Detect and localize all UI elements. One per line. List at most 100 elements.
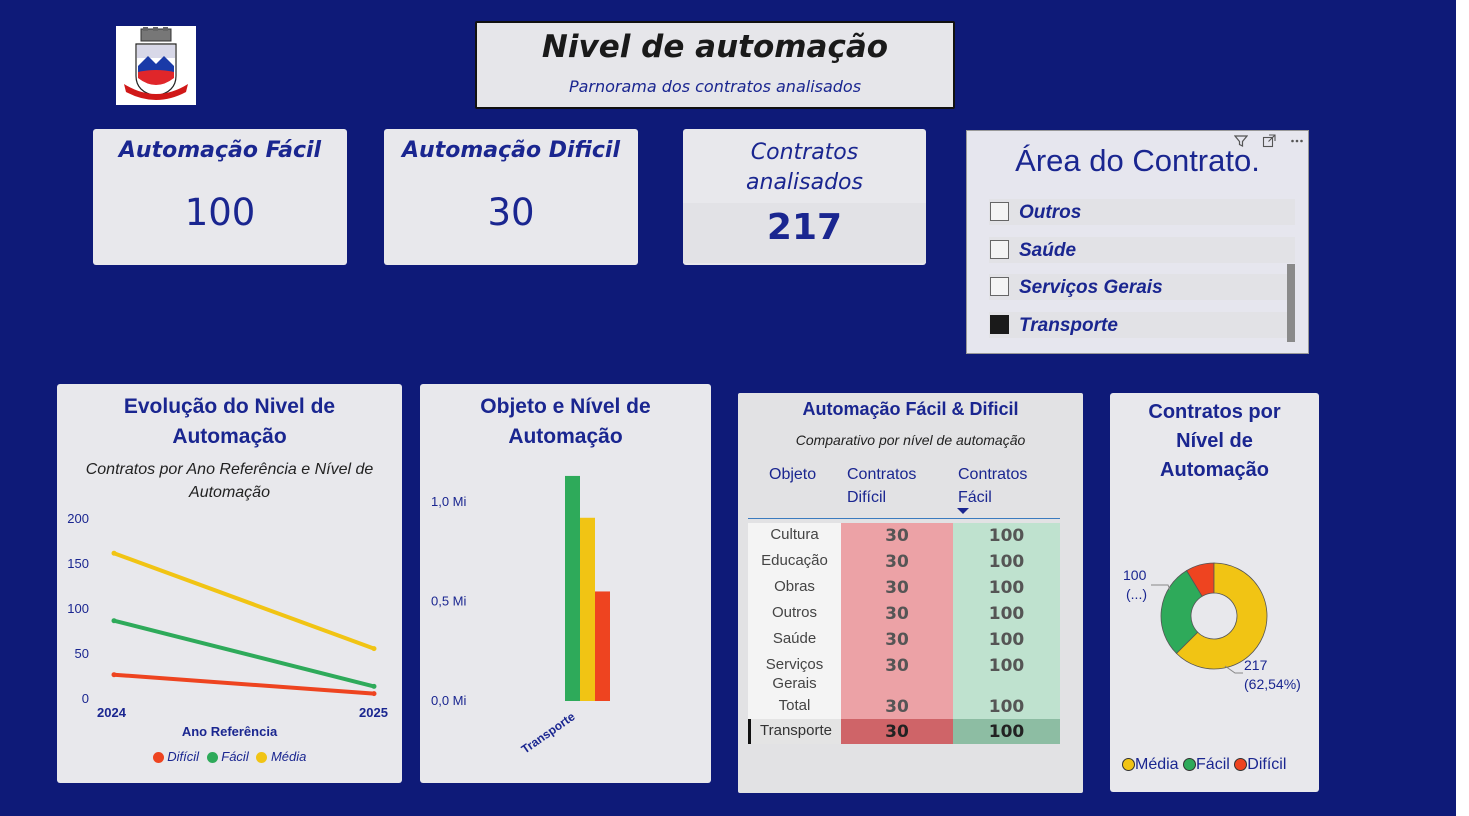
table-title: Automação Fácil & Dificil — [802, 399, 1019, 419]
column-header-objeto[interactable]: Objeto — [769, 463, 816, 486]
slicer-item-label: Saúde — [1019, 240, 1077, 261]
series-point-Média — [111, 550, 117, 556]
cell-contratos-dificil[interactable]: 30 — [841, 719, 953, 744]
y-tick-label: 200 — [67, 511, 89, 526]
report-subtitle: Parnorama dos contratos analisados — [568, 77, 862, 96]
series-point-Média — [371, 646, 377, 652]
leader-line-facil — [1151, 584, 1171, 591]
table-row-label[interactable]: Transporte — [748, 719, 841, 744]
y-tick-label: 100 — [67, 601, 89, 616]
legend-label-dificil: Difícil — [167, 749, 200, 764]
y-tick-label: 0,5 Mi — [431, 593, 467, 608]
slicer-item-label: Outros — [1019, 202, 1082, 223]
slicer-item-saude[interactable]: Saúde — [989, 237, 1295, 263]
table-row-label[interactable]: Outros — [748, 601, 841, 627]
y-tick-label: 0,0 Mi — [431, 693, 467, 708]
cell-contratos-facil[interactable]: 100 — [953, 719, 1060, 744]
page-margin — [1456, 0, 1469, 816]
legend-label-dificil: Difícil — [1247, 756, 1287, 773]
x-tick-label: 2024 — [97, 705, 127, 720]
slicer-item-outros[interactable]: Outros — [989, 199, 1295, 225]
legend-marker-facil — [1183, 758, 1197, 772]
cell-contratos-dificil[interactable]: 30 — [841, 523, 953, 549]
checkbox-checked[interactable] — [990, 315, 1009, 334]
series-point-Fácil — [111, 618, 117, 624]
kpi-value: 30 — [487, 191, 535, 234]
report-title-box: Nivel de automação Parnorama dos contrat… — [475, 21, 955, 109]
city-coat-of-arms-logo — [116, 26, 196, 105]
slicer-item-label: Transporte — [1019, 315, 1118, 336]
table-row-label[interactable]: Cultura — [748, 523, 841, 549]
sort-descending-icon[interactable] — [957, 508, 969, 514]
bar-chart-plot: 0,0 Mi 0,5 Mi 1,0 Mi Transporte — [431, 475, 610, 756]
series-point-Difícil — [111, 672, 117, 678]
cell-contratos-facil[interactable]: 100 — [953, 601, 1060, 627]
cell-contratos-dificil[interactable]: 30 — [841, 601, 953, 627]
slicer-item-transporte[interactable]: Transporte — [989, 312, 1295, 338]
kpi-card-contratos-analisados[interactable]: Contratos analisados 217 — [683, 129, 926, 265]
legend-label-facil: Fácil — [1196, 756, 1230, 773]
legend-label-media: Média — [1135, 756, 1179, 773]
checkbox[interactable] — [990, 240, 1009, 259]
legend-marker-media — [1122, 758, 1135, 772]
x-tick-label-transporte: Transporte — [519, 709, 578, 756]
table-row-label[interactable]: Total — [748, 694, 841, 719]
kpi-value: 217 — [766, 207, 843, 248]
table-row-label[interactable]: Obras — [748, 575, 841, 601]
x-axis-title: Ano Referência — [181, 724, 278, 739]
cell-contratos-dificil[interactable]: 30 — [841, 575, 953, 601]
cell-contratos-facil[interactable]: 100 — [953, 575, 1060, 601]
data-label-media-pct: (62,54%) — [1244, 676, 1301, 692]
cell-contratos-facil[interactable]: 100 — [953, 627, 1060, 653]
cell-contratos-facil[interactable]: 100 — [953, 653, 1060, 694]
kpi-card-automacao-facil[interactable]: Automação Fácil 100 — [93, 129, 347, 265]
cell-contratos-facil[interactable]: 100 — [953, 523, 1060, 549]
kpi-label: Automação Dificil — [402, 138, 620, 163]
legend-marker-dificil — [152, 752, 164, 764]
series-line-Média — [113, 551, 375, 651]
table-card[interactable]: Automação Fácil & Dificil Comparativo po… — [738, 393, 1083, 793]
area-contrato-slicer[interactable]: Área do Contrato. Outros Saúde Serviços … — [966, 130, 1309, 354]
data-label-facil-pct: (...) — [1126, 586, 1147, 602]
table-row-label[interactable]: Serviços Gerais — [748, 653, 841, 694]
column-header-contratos-facil[interactable]: Contratos Fácil — [958, 463, 1048, 509]
cell-contratos-facil[interactable]: 100 — [953, 694, 1060, 719]
x-tick-label: 2025 — [359, 705, 388, 720]
slicer-item-servicos-gerais[interactable]: Serviços Gerais — [989, 274, 1295, 300]
donut-chart-legend: Média Fácil Difícil — [1122, 756, 1286, 774]
table-subtitle: Comparativo por nível de automação — [795, 432, 1026, 448]
slicer-title: Área do Contrato. — [1015, 143, 1260, 178]
y-tick-label: 50 — [75, 646, 89, 661]
checkbox[interactable] — [990, 202, 1009, 221]
slicer-scrollbar[interactable] — [1287, 264, 1295, 342]
checkbox[interactable] — [990, 277, 1009, 296]
kpi-card-automacao-dificil[interactable]: Automação Dificil 30 — [384, 129, 638, 265]
bar-transporte-0 — [565, 475, 580, 701]
y-tick-label: 150 — [67, 556, 89, 571]
y-tick-label: 1,0 Mi — [431, 494, 467, 509]
legend-marker-media — [256, 752, 268, 764]
bar-chart-card[interactable]: Objeto e Nível de Automação 0,0 Mi 0,5 Mi… — [420, 384, 711, 783]
cell-contratos-facil[interactable]: 100 — [953, 549, 1060, 575]
legend-marker-facil — [206, 752, 218, 764]
report-canvas: Nivel de automação Parnorama dos contrat… — [0, 0, 1456, 816]
legend-label-media: Média — [270, 749, 307, 764]
table-row-label[interactable]: Educação — [748, 549, 841, 575]
column-header-contratos-dificil[interactable]: Contratos Difícil — [847, 463, 937, 509]
report-title: Nivel de automação — [541, 29, 889, 65]
series-point-Difícil — [371, 691, 377, 697]
line-chart-legend: Difícil Fácil Média — [57, 749, 402, 764]
kpi-label: Automação Fácil — [118, 138, 322, 163]
bar-transporte-1 — [580, 517, 595, 701]
table-row-label[interactable]: Saúde — [748, 627, 841, 653]
cell-contratos-dificil[interactable]: 30 — [841, 694, 953, 719]
cell-contratos-dificil[interactable]: 30 — [841, 627, 953, 653]
cell-contratos-dificil[interactable]: 30 — [841, 653, 953, 694]
data-label-media-value: 217 — [1244, 657, 1268, 673]
line-chart-card[interactable]: Evolução do Nivel de Automação Contratos… — [57, 384, 402, 783]
series-point-Fácil — [371, 683, 377, 689]
donut-chart-card[interactable]: Contratos por Nível de Automação 100 (..… — [1110, 393, 1319, 792]
legend-label-facil: Fácil — [221, 749, 249, 764]
cell-contratos-dificil[interactable]: 30 — [841, 549, 953, 575]
header-divider — [748, 518, 1060, 519]
